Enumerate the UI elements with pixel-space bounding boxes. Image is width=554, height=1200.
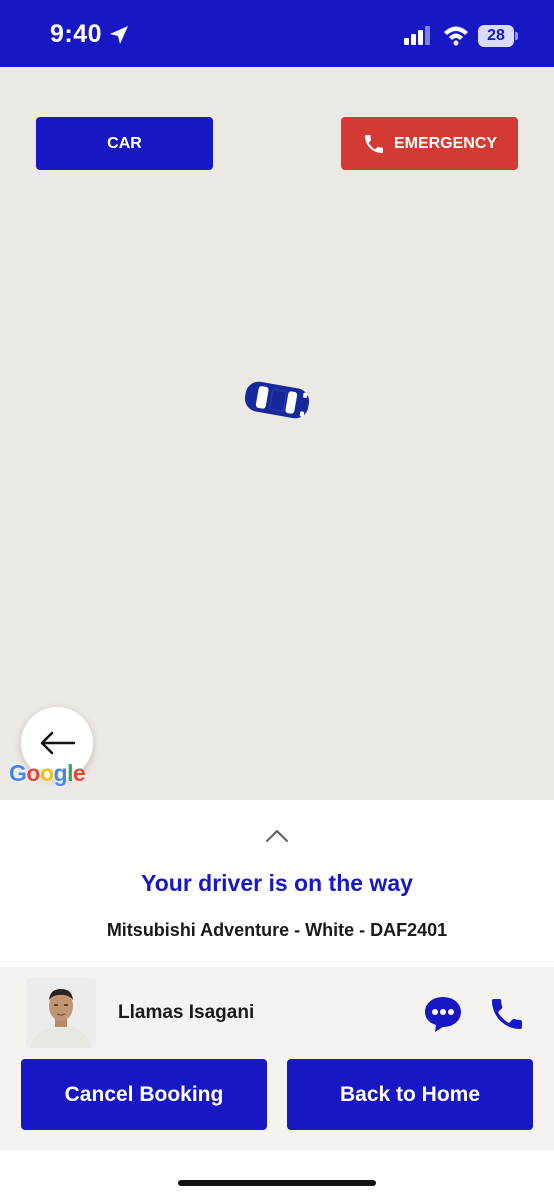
vehicle-info: Mitsubishi Adventure - White - DAF2401 xyxy=(106,920,448,940)
driver-avatar xyxy=(26,978,96,1048)
status-time: 9:40 xyxy=(50,20,103,48)
battery-indicator: 28 xyxy=(478,25,514,47)
google-logo: Google xyxy=(9,760,86,786)
map-view[interactable] xyxy=(0,67,554,800)
phone-icon xyxy=(364,134,383,153)
emergency-label: EMERGENCY xyxy=(393,134,498,152)
battery-tip xyxy=(515,32,518,40)
back-to-home-button[interactable]: Back to Home xyxy=(287,1059,533,1130)
home-indicator xyxy=(178,1180,376,1186)
car-button[interactable]: CAR xyxy=(36,117,213,170)
status-title: Your driver is on the way xyxy=(141,870,413,896)
cancel-booking-button[interactable]: Cancel Booking xyxy=(21,1059,267,1130)
chevron-up-icon[interactable] xyxy=(265,828,289,844)
status-bar: 9:40 28 xyxy=(0,0,554,67)
emergency-button[interactable]: EMERGENCY xyxy=(341,117,518,170)
car-marker-icon xyxy=(244,381,310,419)
arrow-left-icon xyxy=(40,731,76,755)
cellular-signal-icon xyxy=(404,26,430,45)
chat-icon[interactable] xyxy=(423,995,463,1033)
wifi-icon xyxy=(444,26,468,46)
call-driver-icon[interactable] xyxy=(485,994,529,1034)
location-arrow-icon xyxy=(110,26,128,44)
driver-name: Llamas Isagani xyxy=(118,1002,255,1023)
